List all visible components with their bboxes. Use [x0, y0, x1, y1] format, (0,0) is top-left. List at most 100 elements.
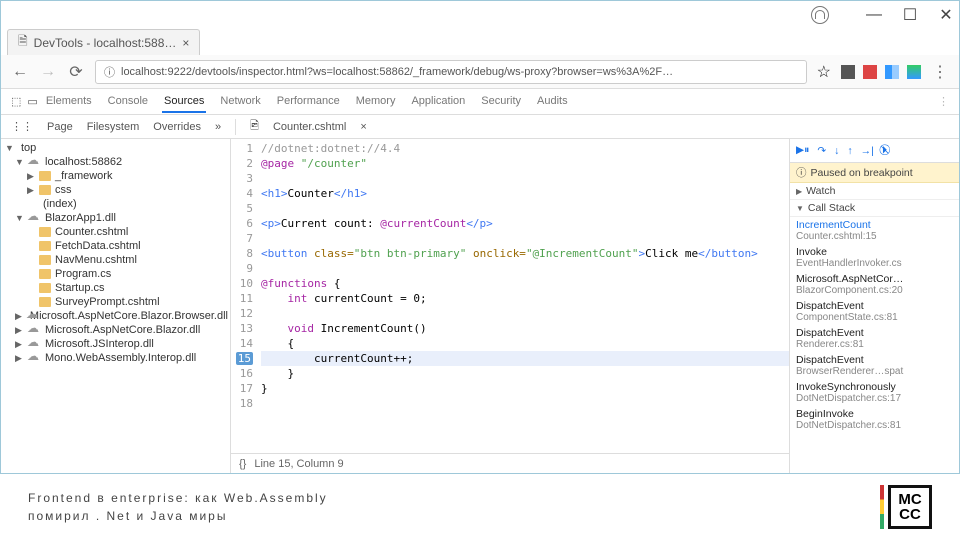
code-line[interactable]: [261, 306, 789, 321]
ext-icon-3[interactable]: [885, 65, 899, 79]
info-icon: ⓘ: [796, 165, 807, 180]
code-line[interactable]: [261, 396, 789, 411]
devtools-tab-network[interactable]: Network: [218, 91, 262, 113]
code-line[interactable]: }: [261, 381, 789, 396]
stack-frame[interactable]: Microsoft.AspNetCor…BlazorComponent.cs:2…: [790, 271, 959, 298]
back-icon[interactable]: ←: [11, 63, 29, 81]
stack-frame[interactable]: InvokeSynchronouslyDotNetDispatcher.cs:1…: [790, 379, 959, 406]
devtools-tab-sources[interactable]: Sources: [162, 91, 206, 113]
stack-frame[interactable]: DispatchEventComponentState.cs:81: [790, 298, 959, 325]
code-line[interactable]: @page "/counter": [261, 156, 789, 171]
subtab-more-icon[interactable]: »: [215, 121, 221, 133]
tree-label: localhost:58862: [45, 156, 122, 168]
tree-item[interactable]: ▶Mono.WebAssembly.Interop.dll: [1, 351, 230, 365]
stack-frame[interactable]: InvokeEventHandlerInvoker.cs: [790, 244, 959, 271]
subtab-filesystem[interactable]: Filesystem: [87, 121, 140, 133]
url-text: localhost:9222/devtools/inspector.html?w…: [121, 66, 673, 78]
devtools-tab-security[interactable]: Security: [479, 91, 523, 113]
tree-item[interactable]: NavMenu.cshtml: [1, 253, 230, 267]
code-line[interactable]: void IncrementCount(): [261, 321, 789, 336]
stack-frame[interactable]: DispatchEventRenderer.cs:81: [790, 325, 959, 352]
file-tree[interactable]: ▼top▼localhost:58862▶_framework▶css(inde…: [1, 139, 231, 473]
profile-avatar-icon[interactable]: [811, 6, 829, 24]
subtab-page[interactable]: Page: [47, 121, 73, 133]
tab-close-icon[interactable]: ×: [182, 36, 189, 50]
step-out-icon[interactable]: ↑: [847, 145, 852, 157]
ext-icon-4[interactable]: [907, 65, 921, 79]
minimize-icon[interactable]: —: [867, 8, 881, 22]
editor-tab-label[interactable]: Counter.cshtml: [273, 121, 346, 133]
step-icon[interactable]: →|: [861, 145, 874, 157]
editor-tab-close-icon[interactable]: ×: [360, 121, 366, 133]
tree-label: Counter.cshtml: [55, 226, 128, 238]
code-line[interactable]: <button class="btn btn-primary" onclick=…: [261, 246, 789, 261]
reload-icon[interactable]: ⟳: [67, 63, 85, 81]
pretty-print-icon[interactable]: {}: [239, 458, 246, 470]
code-line[interactable]: [261, 171, 789, 186]
code-line[interactable]: @functions {: [261, 276, 789, 291]
tree-item[interactable]: ▼localhost:58862: [1, 155, 230, 169]
devtools-tab-audits[interactable]: Audits: [535, 91, 570, 113]
editor-status-bar: {} Line 15, Column 9: [231, 453, 789, 473]
device-icon[interactable]: ▭: [27, 95, 37, 108]
devtools-tab-performance[interactable]: Performance: [275, 91, 342, 113]
tree-label: Microsoft.AspNetCore.Blazor.dll: [45, 324, 200, 336]
nav-toggle-icon[interactable]: ⋮⋮: [11, 120, 33, 133]
tree-item[interactable]: ▼BlazorApp1.dll: [1, 211, 230, 225]
url-input[interactable]: ⓘ localhost:9222/devtools/inspector.html…: [95, 60, 807, 84]
tree-item[interactable]: Startup.cs: [1, 281, 230, 295]
cloud-icon: [27, 157, 41, 167]
menu-icon[interactable]: ⋮: [931, 63, 949, 81]
tree-label: Program.cs: [55, 268, 111, 280]
inspect-icon[interactable]: ⬚: [11, 95, 21, 108]
deactivate-bp-icon[interactable]: ⏵⃠: [882, 144, 887, 157]
devtools-settings-icon[interactable]: ⋮: [938, 95, 949, 108]
devtools-tab-console[interactable]: Console: [106, 91, 150, 113]
watch-section[interactable]: ▶Watch: [790, 183, 959, 200]
code-editor[interactable]: //dotnet:dotnet://4.4@page "/counter" <h1…: [257, 139, 789, 453]
line-gutter[interactable]: 123456789101112131415161718: [231, 139, 257, 453]
ext-icon-1[interactable]: [841, 65, 855, 79]
tree-item[interactable]: ▶css: [1, 183, 230, 197]
code-line[interactable]: {: [261, 336, 789, 351]
folder-icon: [39, 283, 51, 293]
ext-icon-2[interactable]: [863, 65, 877, 79]
tree-item[interactable]: Program.cs: [1, 267, 230, 281]
stack-frame[interactable]: IncrementCountCounter.cshtml:15: [790, 217, 959, 244]
subtab-overrides[interactable]: Overrides: [153, 121, 201, 133]
code-line[interactable]: [261, 201, 789, 216]
browser-tab[interactable]: 🗎 DevTools - localhost:588… ×: [7, 29, 200, 55]
call-stack-section[interactable]: ▼Call Stack: [790, 200, 959, 217]
code-line[interactable]: [261, 231, 789, 246]
tree-item[interactable]: ▶_framework: [1, 169, 230, 183]
code-line[interactable]: }: [261, 366, 789, 381]
code-line[interactable]: [261, 261, 789, 276]
devtools-tab-application[interactable]: Application: [409, 91, 467, 113]
close-icon[interactable]: ✕: [939, 8, 953, 22]
code-line[interactable]: <h1>Counter</h1>: [261, 186, 789, 201]
code-line[interactable]: int currentCount = 0;: [261, 291, 789, 306]
star-icon[interactable]: ☆: [817, 62, 831, 82]
code-line[interactable]: currentCount++;: [261, 351, 789, 366]
tree-item[interactable]: FetchData.cshtml: [1, 239, 230, 253]
code-line[interactable]: <p>Current count: @currentCount</p>: [261, 216, 789, 231]
file-open-icon[interactable]: 🖻: [250, 117, 259, 136]
folder-icon: [39, 185, 51, 195]
folder-icon: [39, 171, 51, 181]
info-icon: ⓘ: [104, 64, 115, 80]
footer-line-2: помирил . Net и Java миры: [28, 507, 328, 525]
resume-icon[interactable]: ▶⏸: [796, 144, 809, 157]
forward-icon[interactable]: →: [39, 63, 57, 81]
devtools-tab-memory[interactable]: Memory: [354, 91, 398, 113]
stack-frame[interactable]: DispatchEventBrowserRenderer…spat: [790, 352, 959, 379]
cursor-position: Line 15, Column 9: [254, 458, 343, 470]
devtools-tab-elements[interactable]: Elements: [44, 91, 94, 113]
code-line[interactable]: //dotnet:dotnet://4.4: [261, 141, 789, 156]
stack-frame[interactable]: BeginInvokeDotNetDispatcher.cs:81: [790, 406, 959, 433]
step-into-icon[interactable]: ↓: [834, 145, 839, 157]
step-over-icon[interactable]: ↷: [817, 145, 826, 157]
tree-item[interactable]: Counter.cshtml: [1, 225, 230, 239]
address-bar: ← → ⟳ ⓘ localhost:9222/devtools/inspecto…: [1, 55, 959, 89]
tree-label: Microsoft.JSInterop.dll: [45, 338, 154, 350]
maximize-icon[interactable]: ☐: [903, 8, 917, 22]
